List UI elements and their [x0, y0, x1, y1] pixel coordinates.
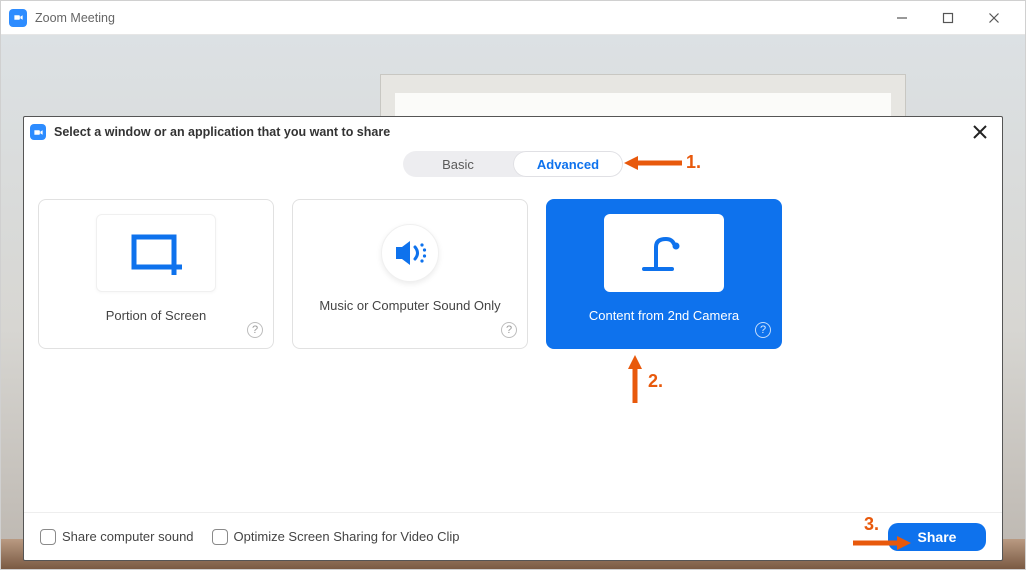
help-icon[interactable]: ? — [501, 322, 517, 338]
tabs-row: Basic Advanced — [24, 145, 1002, 177]
option-portion-of-screen[interactable]: Portion of Screen ? — [38, 199, 274, 349]
window-minimize-button[interactable] — [879, 3, 925, 33]
dialog-footer: Share computer sound Optimize Screen Sha… — [24, 512, 1002, 560]
share-screen-dialog: Select a window or an application that y… — [23, 116, 1003, 561]
option-label: Portion of Screen — [106, 308, 206, 323]
tab-basic[interactable]: Basic — [403, 151, 513, 177]
optimize-video-clip-checkbox[interactable]: Optimize Screen Sharing for Video Clip — [212, 529, 460, 545]
option-label: Music or Computer Sound Only — [319, 298, 500, 313]
tab-advanced[interactable]: Advanced — [513, 151, 623, 177]
share-computer-sound-checkbox[interactable]: Share computer sound — [40, 529, 194, 545]
window-title: Zoom Meeting — [35, 11, 115, 25]
window-titlebar: Zoom Meeting — [1, 1, 1025, 35]
option-music-or-computer-sound[interactable]: Music or Computer Sound Only ? — [292, 199, 528, 349]
dialog-close-button[interactable] — [968, 120, 992, 144]
checkbox-icon — [212, 529, 228, 545]
zoom-icon — [30, 124, 46, 140]
dialog-header: Select a window or an application that y… — [24, 117, 1002, 145]
checkbox-label: Share computer sound — [62, 529, 194, 544]
portion-of-screen-icon — [96, 214, 216, 292]
window-close-button[interactable] — [971, 3, 1017, 33]
help-icon[interactable]: ? — [247, 322, 263, 338]
dialog-title: Select a window or an application that y… — [54, 125, 390, 139]
speaker-icon — [381, 224, 439, 282]
window-maximize-button[interactable] — [925, 3, 971, 33]
share-options: Portion of Screen ? Music or Computer So… — [24, 177, 1002, 349]
help-icon[interactable]: ? — [755, 322, 771, 338]
checkbox-icon — [40, 529, 56, 545]
option-label: Content from 2nd Camera — [589, 308, 739, 323]
zoom-icon — [9, 9, 27, 27]
document-camera-icon — [604, 214, 724, 292]
tabs-pill: Basic Advanced — [403, 151, 623, 177]
zoom-window: Zoom Meeting Select a window or an appli… — [0, 0, 1026, 570]
checkbox-label: Optimize Screen Sharing for Video Clip — [234, 529, 460, 544]
share-button[interactable]: Share — [888, 523, 986, 551]
option-content-from-2nd-camera[interactable]: Content from 2nd Camera ? — [546, 199, 782, 349]
